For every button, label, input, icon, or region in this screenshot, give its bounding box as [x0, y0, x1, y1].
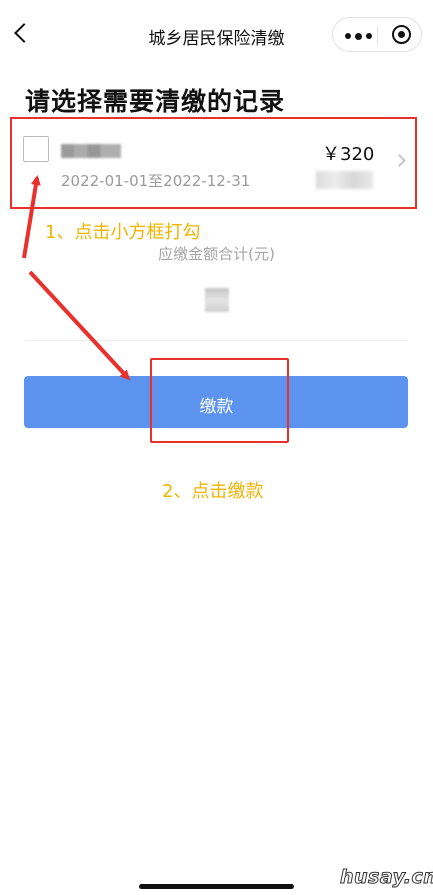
annotation-arrows	[22, 175, 131, 381]
watermark: husay.cn	[339, 866, 433, 889]
arrow-to-pay-button	[28, 270, 131, 381]
arrow-to-checkbox	[22, 175, 41, 259]
home-indicator	[139, 884, 294, 889]
